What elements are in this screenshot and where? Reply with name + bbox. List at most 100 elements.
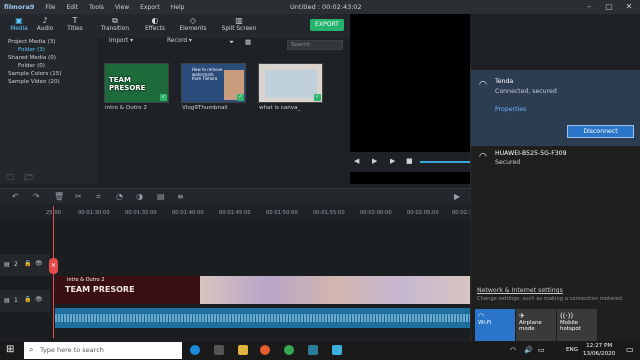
lock-icon[interactable]: 🔒 <box>24 260 31 267</box>
tab-effects[interactable]: ◐ Effects <box>136 14 174 38</box>
network-item-huawei[interactable]: ◠ HUAWEI-B525-5G-F309 Secured <box>471 146 640 172</box>
maximize-icon[interactable]: ▢ <box>600 1 618 13</box>
sidebar-item-sample-colors[interactable]: Sample Colors (15) <box>8 71 62 77</box>
filter-icon[interactable]: ⏷ <box>229 38 234 47</box>
folder-icon[interactable]: 🗁 <box>24 172 34 186</box>
step-back-icon[interactable]: ◀︎ <box>354 157 359 165</box>
new-folder-icon[interactable]: 🗀 <box>6 172 14 186</box>
check-icon: ✓ <box>314 94 321 101</box>
filmora-window: filmora9 File Edit Tools View Export Hel… <box>0 0 640 360</box>
tab-split-screen[interactable]: ▥ Split Screen <box>218 14 260 38</box>
menu-export[interactable]: Export <box>140 4 160 11</box>
module-toolbar: ▣ Media ♪ Audio T Titles ⧉ Transition ◐ Effec… <box>0 14 350 38</box>
grid-view-icon[interactable]: ▦ <box>245 38 251 46</box>
mobile-hotspot-tile[interactable]: ((·)) Mobile hotspot <box>557 309 597 341</box>
lock-icon[interactable]: 🔒 <box>24 296 31 303</box>
text-icon: T <box>72 16 78 25</box>
record-dropdown[interactable]: Record ▾ <box>167 38 192 44</box>
sidebar-item-folder[interactable]: Folder (3) <box>18 47 45 53</box>
properties-link[interactable]: Properties <box>495 106 526 113</box>
app-logo: filmora9 <box>4 3 35 11</box>
audio-mixer-icon[interactable]: ≡ <box>177 192 184 201</box>
network-item-tenda[interactable]: ◠ Tenda Connected, secured Properties Di… <box>471 70 640 146</box>
network-settings-link[interactable]: Network & Internet settings <box>477 287 563 294</box>
wifi-icon: ◠ <box>478 312 485 320</box>
play-icon[interactable]: ▶ <box>390 157 395 165</box>
taskbar-search-input[interactable]: Type here to search <box>24 342 182 359</box>
sidebar-item-shared-folder[interactable]: Folder (0) <box>18 63 45 69</box>
volume-icon[interactable]: 🔊 <box>524 346 533 354</box>
app-icon[interactable] <box>308 345 318 355</box>
sidebar-item-shared-media[interactable]: Shared Media (0) <box>8 55 56 61</box>
delete-icon[interactable]: 🗑 <box>54 192 64 201</box>
media-thumb-canva[interactable]: ✓ <box>258 63 323 103</box>
tab-titles[interactable]: T Titles <box>56 14 94 38</box>
export-button[interactable]: EXPORT <box>310 19 344 31</box>
play-back-icon[interactable]: ▶︎ <box>372 157 377 165</box>
menu-help[interactable]: Help <box>171 4 185 11</box>
disconnect-button[interactable]: Disconnect <box>567 125 634 138</box>
stop-icon[interactable]: ■ <box>406 157 413 165</box>
media-library-sidebar: Project Media (3) Folder (3) Shared Medi… <box>0 38 97 184</box>
tab-transition[interactable]: ⧉ Transition <box>96 14 134 38</box>
notifications-icon[interactable]: ▭ <box>626 345 634 354</box>
waveform-graphic <box>55 314 470 322</box>
split-screen-icon: ▥ <box>235 16 243 25</box>
video-clip[interactable]: TEAM PRESORE intro & Outro 2 <box>55 276 470 304</box>
firefox-icon[interactable] <box>260 345 270 355</box>
menu-tools[interactable]: Tools <box>89 4 104 11</box>
redo-icon[interactable]: ↷ <box>33 192 40 201</box>
crop-icon[interactable]: ⌗ <box>96 192 101 202</box>
elements-icon: ◇ <box>189 16 197 25</box>
airplane-icon: ✈ <box>519 312 525 320</box>
playhead-handle[interactable]: ✕ <box>49 258 58 274</box>
undo-icon[interactable]: ↶ <box>12 192 19 201</box>
taskbar-clock[interactable]: 12:27 PM 13/06/2020 <box>583 342 615 358</box>
eye-icon[interactable]: 👁 <box>35 260 43 267</box>
preview-controls: ◀︎ ▶︎ ▶ ■ <box>350 152 470 172</box>
color-icon[interactable]: ◑ <box>136 192 143 201</box>
file-explorer-icon[interactable] <box>238 345 248 355</box>
media-thumb-intro[interactable]: TEAM PRESORE ✓ <box>104 63 169 103</box>
chrome-icon[interactable] <box>284 345 294 355</box>
render-icon[interactable]: ▶ <box>454 192 460 201</box>
sidebar-item-sample-video[interactable]: Sample Video (20) <box>8 79 60 85</box>
windows-start-icon[interactable]: ⊞ <box>6 344 14 355</box>
wifi-icon: ◠ <box>479 80 487 90</box>
eye-icon[interactable]: 👁 <box>35 296 43 303</box>
close-icon[interactable]: ✕ <box>620 1 638 13</box>
taskbar: ⊞ Type here to search ⌕ ◠ 🔊 ▭ ENG 12:27 … <box>0 341 640 360</box>
filmora-icon[interactable] <box>332 345 342 355</box>
timeline-ruler[interactable]: 25:00 00:01:30:00 00:01:35:00 00:01:40:0… <box>0 206 472 220</box>
green-screen-icon[interactable]: ▤ <box>157 192 165 201</box>
minimize-icon[interactable]: – <box>580 1 598 13</box>
media-thumb-label: Vlog9Thumbnail <box>182 105 228 111</box>
tab-elements[interactable]: ◇ Elements <box>174 14 212 38</box>
task-view-icon[interactable] <box>214 345 224 355</box>
sidebar-item-project-media[interactable]: Project Media (3) <box>8 39 55 45</box>
wifi-tile[interactable]: ◠ Wi-Fi <box>475 309 515 341</box>
airplane-mode-tile[interactable]: ✈ Airplane mode <box>516 309 556 341</box>
effects-icon: ◐ <box>151 16 159 25</box>
check-icon: ✓ <box>237 94 244 101</box>
wifi-icon: ◠ <box>479 152 487 162</box>
track-icon: ▤ <box>4 261 10 268</box>
cut-icon[interactable]: ✂ <box>75 192 82 201</box>
speed-icon[interactable]: ◔ <box>116 192 123 201</box>
track-icon: ▤ <box>4 297 10 304</box>
battery-icon[interactable]: ▭ <box>538 346 545 354</box>
wifi-tray-icon[interactable]: ◠ <box>510 346 516 354</box>
audio-waveform[interactable] <box>55 308 470 328</box>
menu-edit[interactable]: Edit <box>66 4 78 11</box>
import-dropdown[interactable]: Import ▾ <box>109 38 133 44</box>
preview-progress[interactable] <box>420 161 470 163</box>
media-thumb-vlog[interactable]: How to remove watermark from Filmora ✓ <box>181 63 246 103</box>
network-flyout: ◠ Tenda Connected, secured Properties Di… <box>470 66 640 343</box>
transition-icon: ⧉ <box>112 16 118 25</box>
title-bar: filmora9 File Edit Tools View Export Hel… <box>0 0 640 14</box>
menu-file[interactable]: File <box>45 4 55 11</box>
search-input[interactable]: Search <box>287 40 343 50</box>
cortana-icon[interactable] <box>190 345 200 355</box>
menu-view[interactable]: View <box>115 4 129 11</box>
check-icon: ✓ <box>160 94 167 101</box>
